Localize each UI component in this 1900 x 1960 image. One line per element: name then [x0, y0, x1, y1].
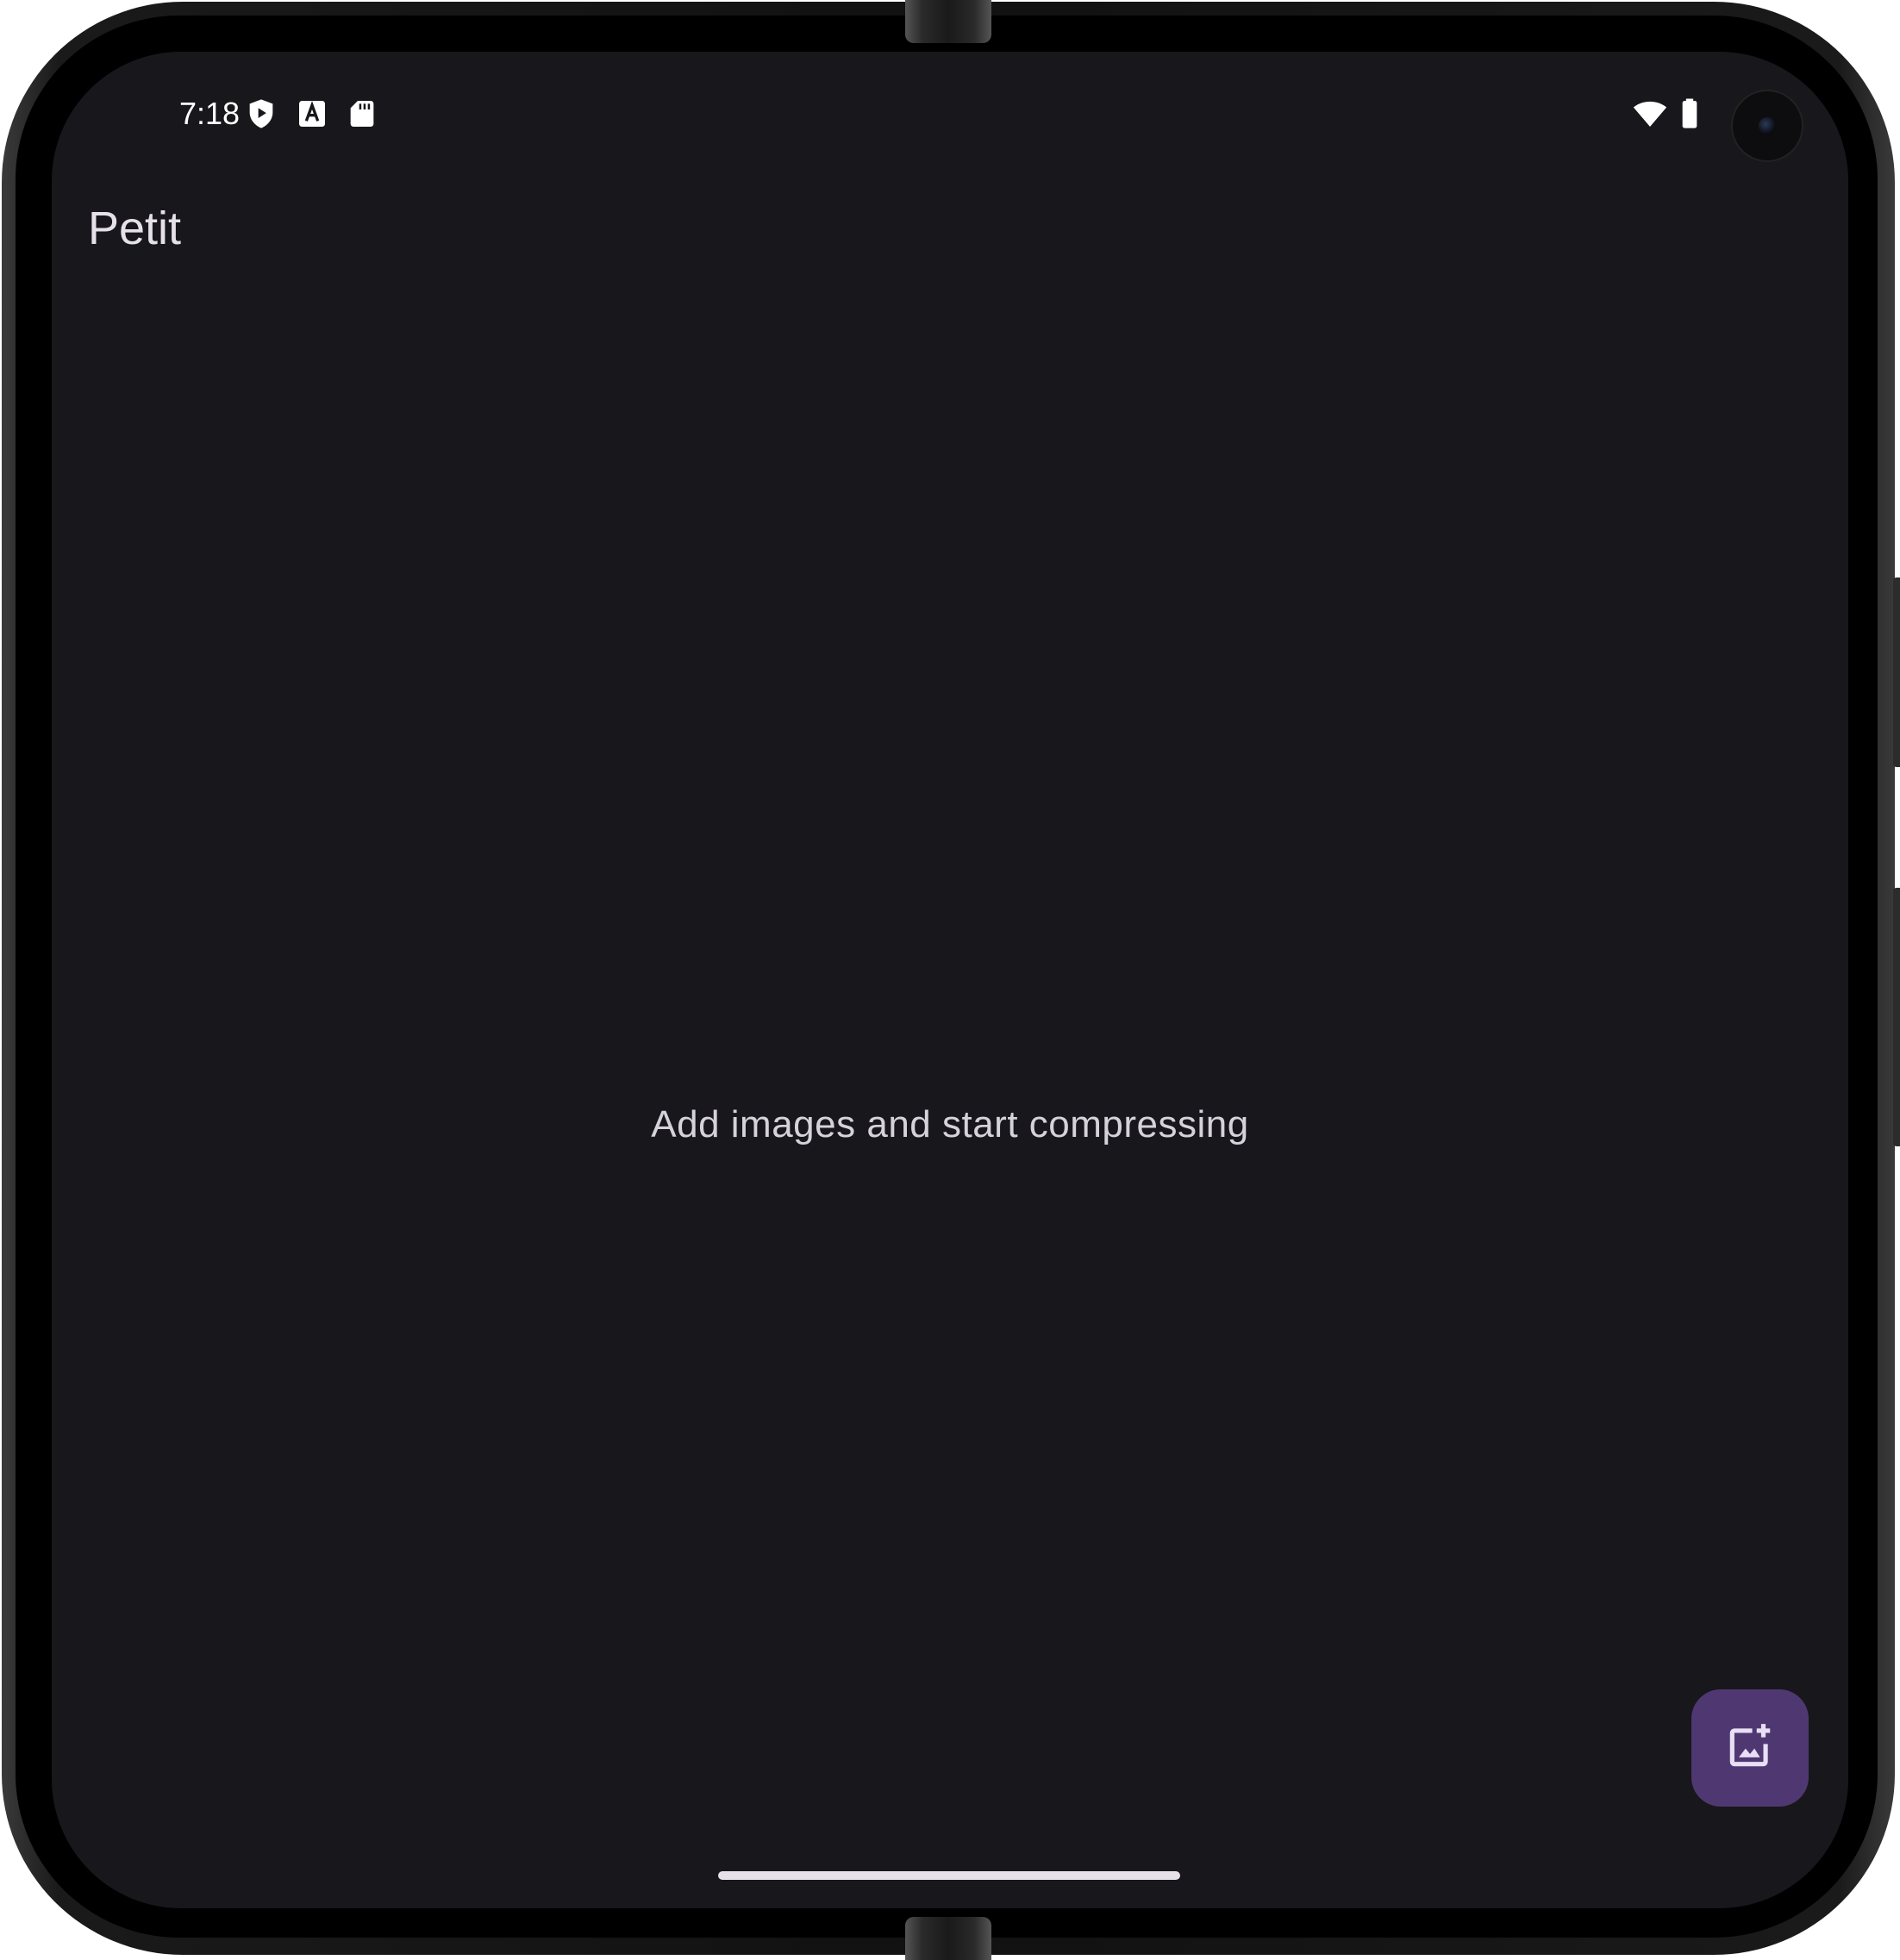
home-indicator[interactable] — [718, 1871, 1180, 1880]
battery-icon — [1672, 97, 1707, 131]
hinge-bottom — [905, 1917, 991, 1960]
hinge-top — [905, 0, 991, 43]
screen: 7:18 Petit Add images and start compress… — [52, 52, 1848, 1908]
camera-lens — [1759, 117, 1776, 134]
status-time: 7:18 — [179, 96, 241, 131]
wifi-icon — [1633, 97, 1667, 131]
front-camera — [1731, 90, 1803, 162]
status-bar: 7:18 — [52, 52, 1848, 172]
add-photo-icon — [1723, 1720, 1777, 1777]
empty-state-message: Add images and start compressing — [651, 1103, 1249, 1145]
device-frame: 7:18 Petit Add images and start compress… — [0, 0, 1900, 1960]
volume-button — [1893, 888, 1900, 1146]
sd-card-icon — [345, 97, 379, 131]
app-title: Petit — [88, 203, 182, 254]
shield-play-icon — [244, 97, 278, 131]
font-a-icon — [295, 97, 329, 131]
power-button — [1893, 577, 1900, 767]
add-images-button[interactable] — [1691, 1689, 1809, 1807]
